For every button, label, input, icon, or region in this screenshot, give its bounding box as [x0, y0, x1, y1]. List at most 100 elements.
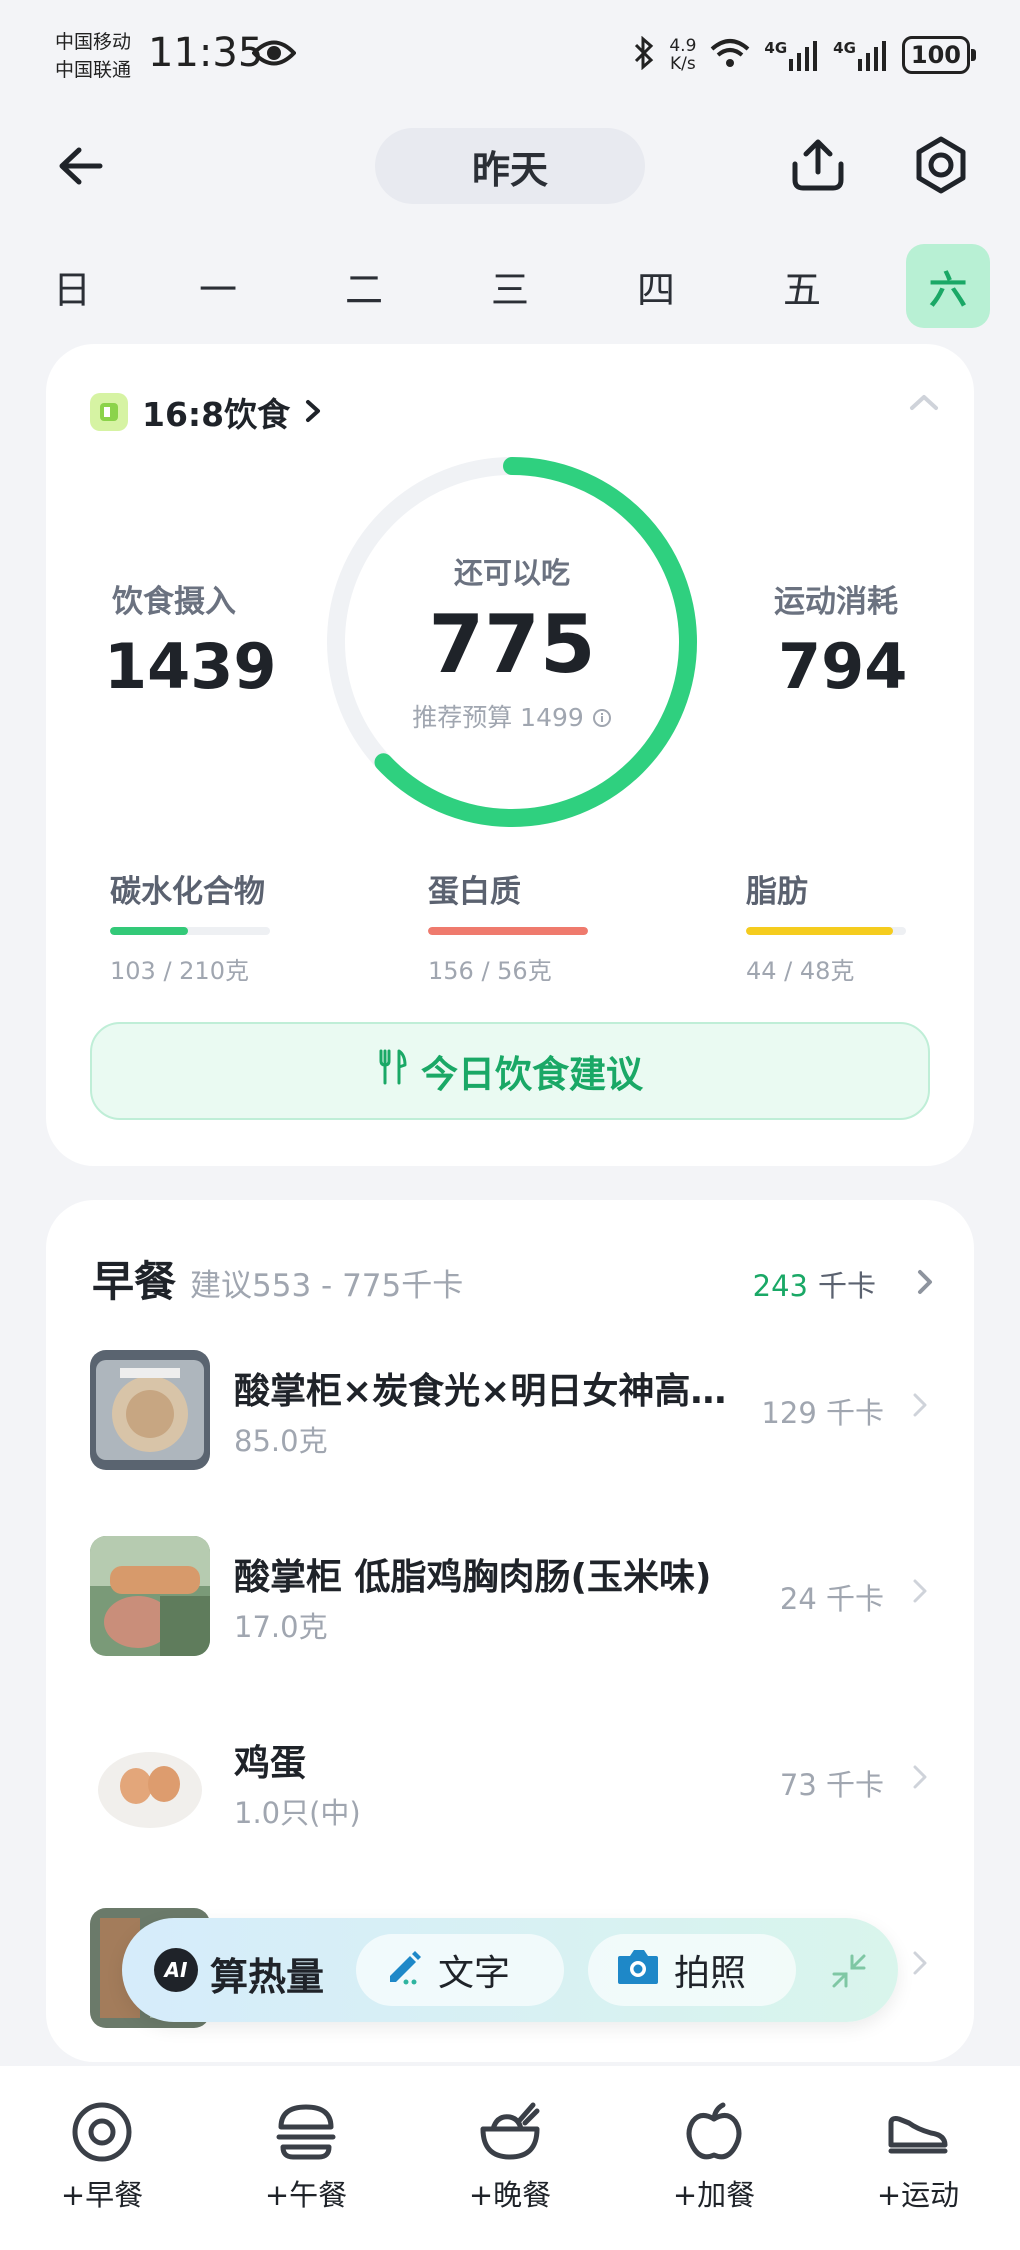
text-input-button[interactable]: 文字 [356, 1934, 564, 2006]
chevron-right-icon [916, 1268, 934, 1300]
budget-text[interactable]: 推荐预算 1499 [322, 698, 702, 734]
macro-label: 碳水化合物 [110, 874, 265, 910]
fasting-plan-label: 16:8饮食 [142, 395, 291, 434]
food-item[interactable]: 鸡蛋 1.0只(中) 73 千卡 [90, 1722, 934, 1842]
exercise-value: 794 [778, 630, 908, 703]
date-selector[interactable]: 昨天 [375, 128, 645, 204]
macro-progress-fill [746, 927, 894, 935]
macro-progress-track [428, 927, 588, 935]
dinner-icon [479, 2101, 541, 2167]
carrier-2: 中国联通 [55, 59, 132, 81]
chevron-up-icon[interactable] [908, 392, 940, 416]
wifi-icon [710, 37, 750, 73]
status-clock: 11:35 [148, 30, 264, 76]
collapse-arrows-icon[interactable] [830, 1952, 868, 1994]
intake-value: 1439 [104, 630, 277, 703]
macro-carbs: 碳水化合物 103 / 210克 [110, 866, 280, 986]
food-photo [90, 1536, 210, 1656]
text-input-label: 文字 [438, 1953, 511, 1994]
tab-label: +加餐 [672, 2178, 756, 2212]
food-kcal: 24 千卡 [779, 1582, 884, 1616]
macro-progress-fill [110, 927, 189, 935]
add-dinner-button[interactable]: +晚餐 [440, 2102, 580, 2214]
food-name: 酸掌柜×炭食光×明日女神高蛋白鸡肉饼 [234, 1371, 734, 1412]
fork-knife-icon [377, 1049, 407, 1094]
day-wed[interactable]: 三 [468, 244, 552, 328]
fasting-plan-link[interactable]: 16:8饮食 [90, 388, 322, 436]
breakfast-header[interactable]: 早餐 建议553 - 775千卡 243 千卡 [92, 1248, 934, 1308]
exercise-label: 运动消耗 [774, 584, 898, 620]
top-nav: 昨天 [0, 120, 1020, 220]
calorie-summary-card: 16:8饮食 饮食摄入 1439 还可以吃 775 推荐预算 1499 运动消耗… [46, 344, 974, 1166]
tab-label: +早餐 [60, 2178, 144, 2212]
tab-label: +午餐 [264, 2178, 348, 2212]
chevron-right-icon [912, 1950, 928, 1980]
food-name: 酸掌柜 低脂鸡胸肉肠(玉米味) [234, 1557, 712, 1598]
network-speed: 4.9 K/s [669, 37, 696, 73]
add-snack-button[interactable]: +加餐 [644, 2102, 784, 2214]
ai-calorie-bar: AI 算热量 文字 拍照 [122, 1918, 898, 2022]
pencil-icon [384, 1946, 424, 1995]
info-icon [592, 705, 612, 734]
battery-indicator: 100 [901, 36, 977, 74]
food-photo [90, 1350, 210, 1470]
diet-advice-label: 今日饮食建议 [421, 1053, 643, 1096]
macro-progress-track [746, 927, 906, 935]
remaining-value: 775 [428, 598, 596, 691]
day-mon[interactable]: 一 [176, 244, 260, 328]
carrier-1: 中国移动 [55, 31, 132, 53]
chevron-right-icon [912, 1578, 928, 1608]
meal-title: 早餐 [92, 1257, 177, 1306]
meal-total-kcal: 243 [752, 1269, 808, 1303]
macro-label: 蛋白质 [428, 874, 521, 910]
add-breakfast-button[interactable]: +早餐 [32, 2102, 172, 2214]
photo-button[interactable]: 拍照 [588, 1934, 796, 2006]
add-lunch-button[interactable]: +午餐 [236, 2102, 376, 2214]
chevron-right-icon [912, 1392, 928, 1422]
bottom-add-bar: +早餐 +午餐 +晚餐 +加餐 +运动 [0, 2066, 1020, 2250]
meal-suggestion: 建议553 - 775千卡 [190, 1268, 464, 1304]
status-bar: 中国移动 中国联通 11:35 4.9 K/s 4G 4G 100 [0, 0, 1020, 120]
settings-button[interactable] [908, 134, 974, 200]
network-speed-unit: K/s [670, 54, 696, 74]
gear-icon [912, 136, 970, 198]
food-amount: 17.0克 [234, 1610, 328, 1644]
camera-icon [616, 1946, 660, 1995]
signal-icon-2: 4G [833, 39, 888, 71]
macro-amount: 44 / 48克 [746, 957, 855, 985]
day-sat[interactable]: 六 [906, 244, 990, 328]
day-sun[interactable]: 日 [30, 244, 114, 328]
network-speed-value: 4.9 [669, 36, 697, 56]
breakfast-icon [71, 2101, 133, 2167]
macro-progress-fill [428, 927, 588, 935]
food-item[interactable]: 酸掌柜 低脂鸡胸肉肠(玉米味) 17.0克 24 千卡 [90, 1536, 934, 1656]
ai-badge: AI [154, 1948, 198, 1992]
food-name: 鸡蛋 [234, 1743, 307, 1784]
back-arrow-icon [57, 146, 103, 190]
bluetooth-icon [633, 35, 655, 74]
day-fri[interactable]: 五 [760, 244, 844, 328]
meal-total-unit: 千卡 [817, 1269, 876, 1303]
snack-icon [683, 2101, 745, 2167]
budget-label: 推荐预算 1499 [412, 703, 584, 732]
signal-1-label: 4G [764, 39, 788, 57]
add-exercise-button[interactable]: +运动 [848, 2102, 988, 2214]
day-thu[interactable]: 四 [614, 244, 698, 328]
food-item[interactable]: 酸掌柜×炭食光×明日女神高蛋白鸡肉饼 85.0克 129 千卡 [90, 1350, 934, 1470]
tab-label: +运动 [876, 2178, 960, 2212]
status-indicators: 4.9 K/s 4G 4G 100 [633, 35, 977, 74]
day-tue[interactable]: 二 [322, 244, 406, 328]
tab-label: +晚餐 [468, 2178, 552, 2212]
macro-amount: 103 / 210克 [110, 957, 249, 985]
food-photo [90, 1722, 210, 1842]
lunch-icon [275, 2101, 337, 2167]
food-kcal: 129 千卡 [761, 1396, 884, 1430]
share-button[interactable] [785, 134, 851, 200]
macro-protein: 蛋白质 156 / 56克 [428, 866, 598, 986]
back-button[interactable] [50, 138, 110, 198]
exercise-icon [887, 2101, 949, 2167]
photo-label: 拍照 [674, 1953, 747, 1994]
macro-fat: 脂肪 44 / 48克 [746, 866, 916, 986]
ai-calorie-title[interactable]: 算热量 [210, 1946, 324, 2001]
diet-advice-button[interactable]: 今日饮食建议 [90, 1022, 930, 1120]
